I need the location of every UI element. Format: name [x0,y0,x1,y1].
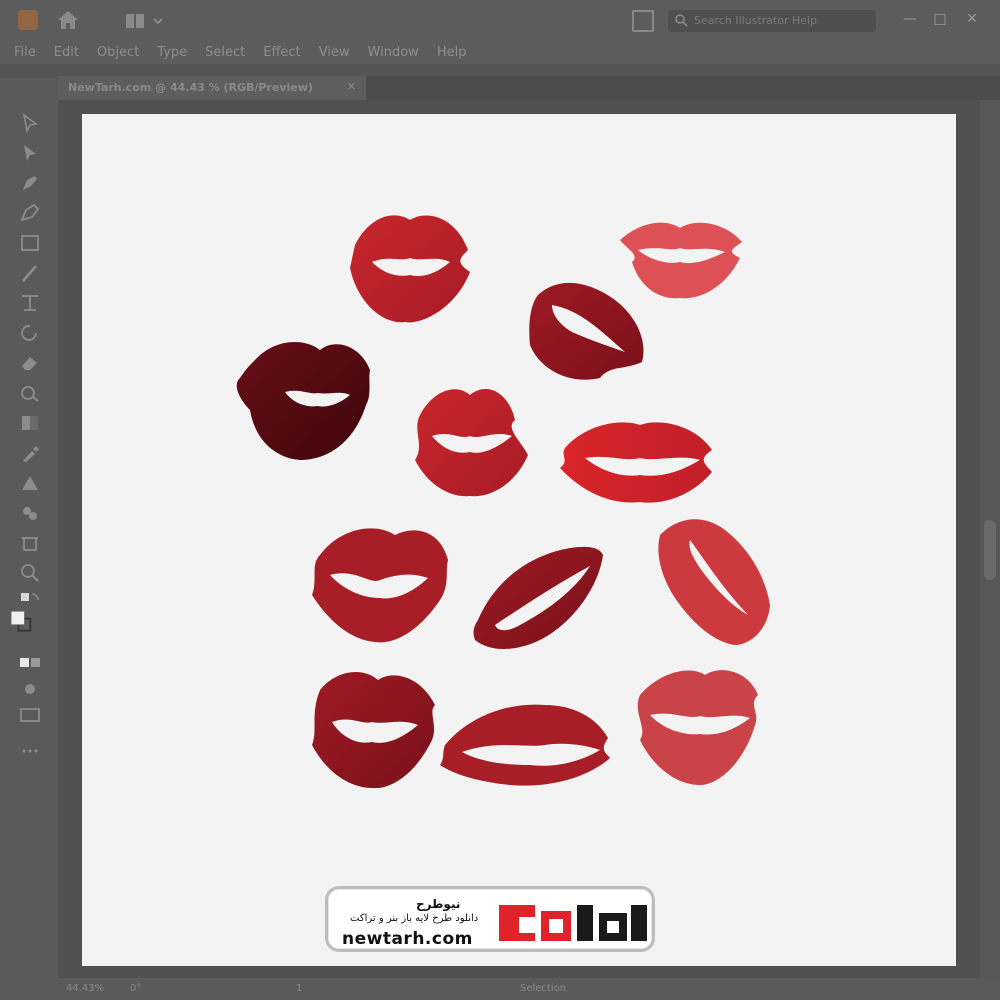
lip-print-3[interactable] [529,282,644,380]
lip-prints-artwork[interactable] [0,0,1000,1000]
watermark-tagline-fa: دانلود طرح لایه باز بنر و تراکت [350,913,479,924]
lip-print-6[interactable] [560,422,712,503]
newtarh-watermark: نیوطرح دانلود طرح لایه باز بنر و تراکت n… [325,886,655,952]
lip-print-11[interactable] [440,704,610,786]
watermark-brand-fa: نیوطرح [416,897,461,911]
lip-print-9[interactable] [658,519,770,645]
rotation-value[interactable]: 0° [130,983,141,994]
lip-print-2[interactable] [620,222,742,299]
watermark-url: newtarh.com [342,929,473,949]
current-tool-name[interactable]: Selection [520,983,566,994]
lip-print-4[interactable] [236,341,370,460]
zoom-level[interactable]: 44.43% [66,983,104,994]
scrollbar-thumb[interactable] [984,520,996,580]
lip-print-10[interactable] [312,671,435,789]
lip-print-7[interactable] [312,528,448,643]
vertical-scrollbar[interactable] [980,100,1000,978]
newtarh-logo-icon [499,905,647,941]
lip-print-12[interactable] [637,670,758,785]
lip-print-5[interactable] [415,388,528,497]
status-bar: 44.43% 0° 1 Selection [0,978,1000,1000]
artboard-number[interactable]: 1 [296,983,302,994]
lip-print-8[interactable] [473,546,603,649]
lip-print-1[interactable] [350,215,470,323]
